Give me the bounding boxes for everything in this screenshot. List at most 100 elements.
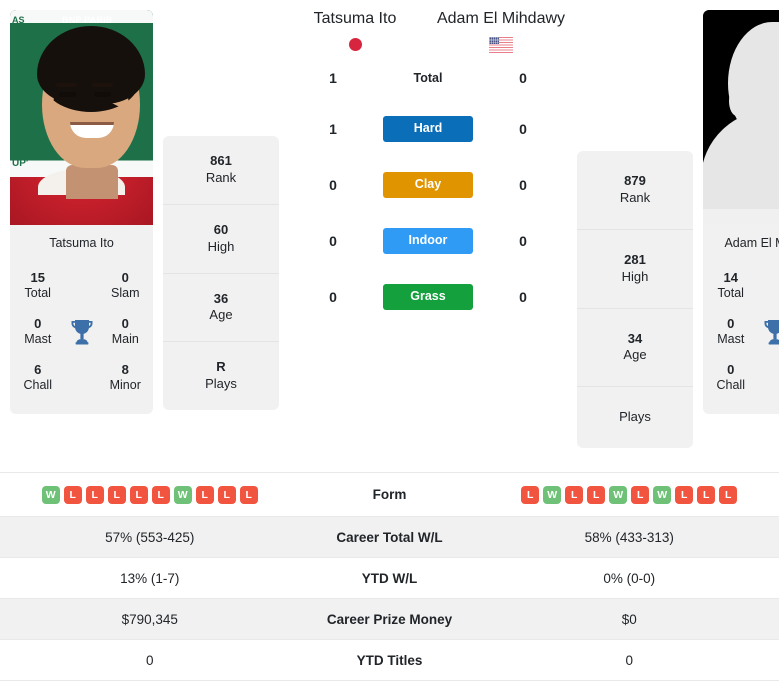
left-form-badge: L (239, 485, 258, 504)
right-plays-label: Plays (619, 409, 651, 425)
trophy-icon (62, 318, 102, 346)
left-form-badge: L (151, 485, 170, 504)
player-comparison-page: BNP PARIB AS UP' AS S CU RIBA (0, 0, 779, 699)
right-high-value: 281 (624, 251, 646, 267)
sponsor-text-as-top: AS (12, 15, 25, 25)
flag-canton (489, 37, 499, 44)
h2h-row-hard: 1 Hard 0 (283, 101, 573, 157)
left-player-name-block: Tatsuma Ito (285, 10, 425, 51)
h2h-row-indoor: 0 Indoor 0 (283, 213, 573, 269)
japan-flag-icon (348, 38, 362, 51)
right-form-badge: W (653, 485, 672, 504)
left-titles-mast: 0 Mast (14, 309, 62, 355)
left-titles-mast-label: Mast (24, 331, 52, 346)
right-player-photo[interactable] (703, 10, 779, 225)
left-form-badges: WLLLLLWLLL (0, 485, 300, 504)
right-titles-total-label: Total (717, 286, 744, 300)
h2h-hard-right: 0 (519, 121, 527, 137)
left-stat-plays: R Plays (163, 342, 279, 410)
right-form-badge: L (675, 485, 694, 504)
left-player-column: BNP PARIB AS UP' AS S CU RIBA (0, 10, 163, 415)
left-titles-minor: 8 Minor (102, 355, 150, 401)
right-player-card[interactable]: Adam El Mihdawy 14 Total 0 Slam 0 Mast (703, 10, 779, 415)
row-label-career-total-wl: Career Total W/L (336, 529, 443, 545)
right-titles-total-value: 14 (723, 269, 738, 285)
left-form-badge: L (195, 485, 214, 504)
right-player-column: Adam El Mihdawy 14 Total 0 Slam 0 Mast (693, 10, 779, 415)
h2h-clay-right: 0 (519, 177, 527, 193)
right-player-stat-column: 879 Rank 281 High 34 Age Plays (577, 10, 693, 449)
right-ytd-wl: 0% (0-0) (603, 570, 656, 586)
right-form-badge: L (631, 485, 650, 504)
right-form-badge: W (609, 485, 628, 504)
right-form-badge: L (697, 485, 716, 504)
left-player-photo-caption: Tatsuma Ito (49, 236, 114, 250)
left-form-badge: L (85, 485, 104, 504)
photo-neck (66, 165, 118, 199)
right-titles-mast: 0 Mast (707, 309, 755, 355)
left-high-label: High (207, 238, 235, 254)
left-titles-chall-label: Chall (23, 377, 53, 392)
table-row-career-total-wl: 57% (553-425) Career Total W/L 58% (433-… (0, 517, 779, 558)
left-titles-main-label: Main (111, 331, 139, 346)
left-titles-chall-value: 6 (34, 361, 42, 377)
h2h-indoor-right: 0 (519, 233, 527, 249)
right-titles-chall: 0 Chall (707, 355, 755, 401)
right-age-value: 34 (627, 330, 643, 346)
h2h-grass-right: 0 (519, 289, 527, 305)
table-row-career-prize-money: $790,345 Career Prize Money $0 (0, 599, 779, 640)
row-label-ytd-titles: YTD Titles (356, 652, 423, 668)
table-row-ytd-wl: 13% (1-7) YTD W/L 0% (0-0) (0, 558, 779, 599)
left-titles-mast-value: 0 (34, 315, 42, 331)
left-form-badge: W (173, 485, 192, 504)
head-to-head-table: 1 Total 0 1 Hard 0 0 Clay 0 0 Indoor 0 0… (283, 55, 573, 325)
left-titles-slam-value: 0 (121, 269, 129, 285)
sponsor-text-up: UP' (12, 158, 29, 169)
photo-eyebrow-left (56, 83, 77, 87)
left-titles-chall: 6 Chall (14, 355, 62, 401)
right-form-badge: L (565, 485, 584, 504)
left-player-photo[interactable]: BNP PARIB AS UP' AS S CU RIBA (10, 10, 153, 225)
left-form-badge: W (41, 485, 60, 504)
surface-badge-clay[interactable]: Clay (383, 172, 473, 198)
left-form-badge: L (129, 485, 148, 504)
h2h-indoor-left: 0 (329, 233, 337, 249)
right-player-titles-grid: 14 Total 0 Slam 0 Mast (703, 263, 779, 415)
right-form-badge: L (719, 485, 738, 504)
h2h-total-label: Total (413, 71, 443, 85)
comparison-header: BNP PARIB AS UP' AS S CU RIBA (0, 0, 779, 472)
left-stat-stack: 861 Rank 60 High 36 Age R Plays (163, 136, 279, 411)
left-career-prize-money: $790,345 (121, 611, 178, 627)
left-ytd-titles: 0 (145, 652, 154, 668)
player-names-row: Tatsuma Ito Adam El Mihdawy (283, 10, 573, 53)
trophy-icon (755, 318, 779, 346)
left-titles-main-value: 0 (121, 315, 129, 331)
left-form-badge: L (217, 485, 236, 504)
right-high-label: High (621, 268, 649, 284)
right-career-total-wl: 58% (433-313) (584, 529, 674, 545)
comparison-stats-table: WLLLLLWLLL Form LWLLWLWLLL 57% (553-425)… (0, 472, 779, 681)
avatar-placeholder-icon (703, 10, 779, 225)
right-form-badge: W (543, 485, 562, 504)
left-plays-value: R (216, 359, 226, 375)
surface-badge-hard[interactable]: Hard (383, 116, 473, 142)
right-stat-high: 281 High (577, 230, 693, 309)
left-player-stat-column: 861 Rank 60 High 36 Age R Plays (163, 10, 279, 411)
h2h-clay-left: 0 (329, 177, 337, 193)
right-stat-stack: 879 Rank 281 High 34 Age Plays (577, 151, 693, 449)
surface-badge-grass[interactable]: Grass (383, 284, 473, 310)
right-career-prize-money: $0 (621, 611, 637, 627)
right-titles-mast-label: Mast (717, 331, 745, 346)
right-stat-plays: Plays (577, 387, 693, 448)
h2h-grass-left: 0 (329, 289, 337, 305)
table-row-form: WLLLLLWLLL Form LWLLWLWLLL (0, 473, 779, 517)
left-player-titles-grid: 15 Total 0 Slam 0 Mast 0 Main 6 Chall 8 … (10, 263, 153, 415)
right-stat-age: 34 Age (577, 309, 693, 388)
right-player-name: Adam El Mihdawy (436, 10, 566, 27)
left-form-badge: L (107, 485, 126, 504)
usa-flag-icon (489, 37, 513, 53)
left-player-card[interactable]: BNP PARIB AS UP' AS S CU RIBA (10, 10, 153, 415)
row-label-form: Form (372, 487, 407, 502)
surface-badge-indoor[interactable]: Indoor (383, 228, 473, 254)
left-age-label: Age (209, 307, 233, 323)
